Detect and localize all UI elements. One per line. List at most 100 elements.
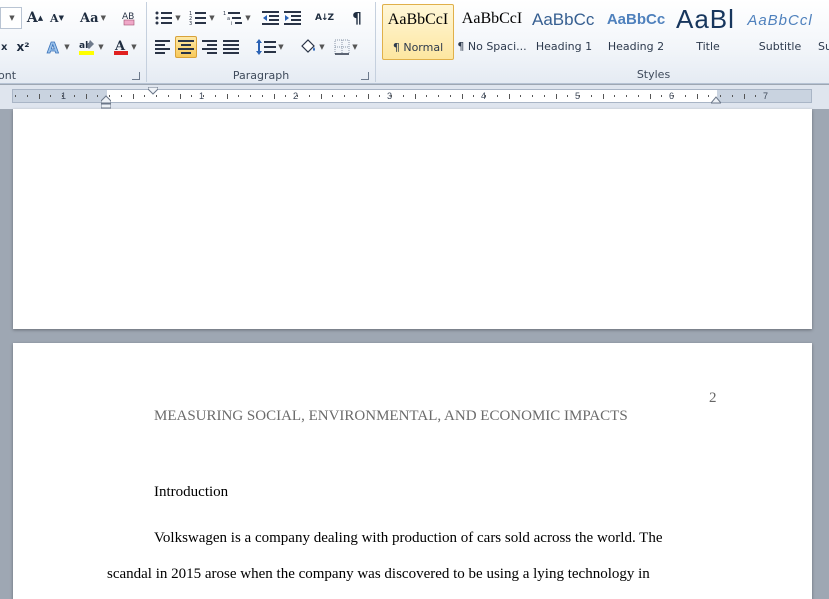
bullets-icon <box>155 11 173 25</box>
style-sample: AaBbCcl <box>747 12 813 29</box>
paragraph-dialog-launcher[interactable] <box>361 72 369 80</box>
align-right-icon <box>202 40 217 54</box>
ruler-tick <box>661 95 663 97</box>
ruler-tick <box>261 95 263 97</box>
subscript-icon: x <box>1 42 8 53</box>
ruler-tick <box>97 95 99 97</box>
ruler-tick <box>590 95 592 97</box>
svg-text:1: 1 <box>223 11 226 17</box>
show-formatting-button[interactable]: ¶ <box>347 7 367 29</box>
multilevel-list-icon: 1 a i <box>223 11 243 26</box>
ruler-tick <box>532 95 533 97</box>
style-subtitle[interactable]: AaBbCcl Subtitle <box>744 4 816 60</box>
first-line-indent-marker[interactable] <box>148 87 158 95</box>
ruler-tick <box>520 95 522 97</box>
horizontal-ruler[interactable]: 1 1 2 3 4 5 6 7 <box>12 89 812 103</box>
ruler-tick <box>402 95 404 97</box>
pilcrow-icon: ¶ <box>352 9 362 27</box>
align-left-button[interactable] <box>153 36 173 58</box>
ruler-tick <box>555 94 557 99</box>
style-subtle-emphasis[interactable]: Su <box>814 4 829 60</box>
style-no-spacing[interactable]: AaBbCcI ¶ No Spaci... <box>456 4 528 60</box>
ruler-tick <box>731 95 733 97</box>
chevron-down-icon: ▼ <box>9 14 15 22</box>
ruler-tick <box>62 95 63 97</box>
grow-font-button[interactable]: A ▲ <box>26 7 44 29</box>
ribbon: ▼ A ▲ A ▼ Aa ▼ AB x x² A ▼ ab ▼ A ▼ ont … <box>0 0 829 84</box>
ruler-tick <box>543 95 545 97</box>
ruler-tick <box>496 95 498 97</box>
borders-button[interactable]: ▼ <box>331 36 361 58</box>
paint-bucket-icon <box>301 39 316 53</box>
ruler-tick <box>637 95 639 97</box>
ruler-tick <box>73 95 75 97</box>
ruler-tick <box>438 95 439 97</box>
style-heading-2[interactable]: AaBbCc Heading 2 <box>600 4 672 60</box>
style-normal[interactable]: AaBbCcI ¶ Normal <box>382 4 454 60</box>
ruler-tick <box>684 95 686 97</box>
multilevel-list-button[interactable]: 1 a i ▼ <box>221 7 253 29</box>
ruler-tick <box>673 95 674 97</box>
page-2[interactable]: 2 MEASURING SOCIAL, ENVIRONMENTAL, AND E… <box>13 343 812 599</box>
ruler-tick <box>485 95 486 97</box>
change-case-button[interactable]: Aa ▼ <box>78 7 108 29</box>
line-spacing-button[interactable]: ▼ <box>255 36 285 58</box>
ruler-tick <box>191 95 193 97</box>
increase-indent-button[interactable] <box>283 7 303 29</box>
font-size-dropdown[interactable]: ▼ <box>0 7 22 29</box>
style-sample: AaBl <box>676 4 735 34</box>
align-center-button[interactable] <box>175 36 197 58</box>
style-name: Su <box>818 40 829 53</box>
ruler-tick <box>156 95 157 97</box>
shading-button[interactable]: ▼ <box>297 36 327 58</box>
ruler-bar: 1 1 2 3 4 5 6 7 <box>0 85 829 109</box>
ruler-tick <box>344 95 345 97</box>
shrink-font-icon: A <box>50 11 59 25</box>
ruler-number: 7 <box>763 91 769 101</box>
ruler-tick <box>308 95 310 97</box>
ruler-tick <box>238 95 240 97</box>
text-effects-icon: A <box>47 39 60 55</box>
ruler-tick <box>203 95 204 97</box>
style-title[interactable]: AaBl Title <box>672 4 744 60</box>
font-dialog-launcher[interactable] <box>132 72 140 80</box>
style-name: Heading 2 <box>607 40 665 53</box>
numbering-button[interactable]: 1 2 3 ▼ <box>187 7 217 29</box>
ruler-tick <box>50 95 52 97</box>
align-right-button[interactable] <box>199 36 219 58</box>
text-effects-button[interactable]: A ▼ <box>44 36 72 58</box>
justify-button[interactable] <box>221 36 241 58</box>
decrease-indent-icon <box>262 11 279 25</box>
font-color-button[interactable]: A ▼ <box>110 36 140 58</box>
svg-text:a: a <box>227 16 230 22</box>
bullets-button[interactable]: ▼ <box>153 7 183 29</box>
highlight-button[interactable]: ab ▼ <box>76 36 106 58</box>
ruler-tick <box>85 94 87 99</box>
line-spacing-icon <box>256 39 277 55</box>
superscript-button[interactable]: x² <box>14 36 32 58</box>
hanging-indent-marker[interactable] <box>101 95 111 109</box>
shrink-font-button[interactable]: A ▼ <box>48 7 66 29</box>
right-indent-marker[interactable] <box>711 95 721 105</box>
page-1-end[interactable] <box>13 109 812 329</box>
decrease-indent-button[interactable] <box>261 7 281 29</box>
ruler-tick <box>755 95 757 97</box>
ruler-tick <box>391 95 392 97</box>
ruler-tick <box>26 95 28 97</box>
body-paragraph-line: scandal in 2015 arose when the company w… <box>107 566 650 582</box>
ruler-tick <box>144 95 146 97</box>
style-heading-1[interactable]: AaBbCc Heading 1 <box>528 4 600 60</box>
page-number: 2 <box>709 390 717 406</box>
ruler-tick <box>15 95 16 97</box>
clear-formatting-button[interactable]: AB <box>118 7 140 29</box>
ruler-tick <box>614 95 616 97</box>
style-name: ¶ Normal <box>392 41 444 54</box>
font-group-label: ont <box>0 69 17 82</box>
subscript-button[interactable]: x <box>0 36 12 58</box>
ruler-tick <box>120 95 122 97</box>
ruler-tick <box>414 94 416 99</box>
style-name: Heading 1 <box>535 40 593 53</box>
ruler-tick <box>285 95 287 97</box>
style-sample: AaBbCc <box>606 11 666 28</box>
sort-button[interactable]: A↓Z <box>313 7 335 29</box>
